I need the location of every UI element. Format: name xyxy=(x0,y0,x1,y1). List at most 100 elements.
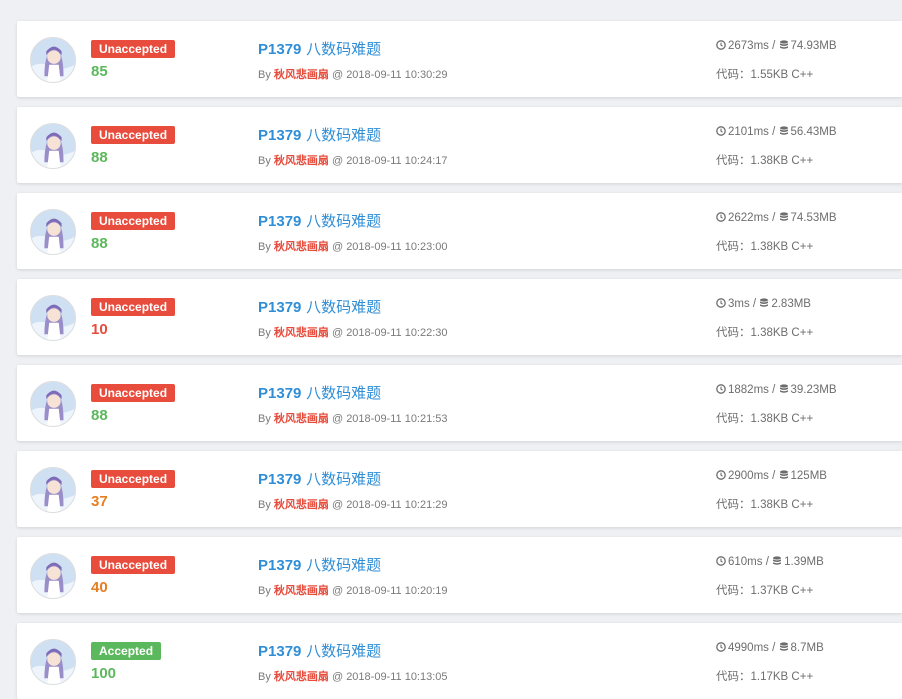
resource-stats: 2622ms / 74.53MB xyxy=(716,212,837,225)
runtime-value: 1882ms xyxy=(728,384,769,396)
problem-link[interactable]: P1379 八数码难题 xyxy=(258,468,381,489)
user-link[interactable]: 秋风悲画扇 xyxy=(274,413,329,425)
code-info: 代码：1.17KB C++ xyxy=(716,668,813,684)
code-info: 代码：1.38KB C++ xyxy=(716,496,813,512)
problem-link[interactable]: P1379 八数码难题 xyxy=(258,210,381,231)
score-value: 88 xyxy=(91,407,108,424)
user-link[interactable]: 秋风悲画扇 xyxy=(274,327,329,339)
resource-stats: 4990ms / 8.7MB xyxy=(716,642,824,655)
score-value: 85 xyxy=(91,63,108,80)
at-label: @ xyxy=(328,499,347,511)
separator: / xyxy=(768,384,779,396)
memory-value: 56.43MB xyxy=(790,126,837,138)
status-badge[interactable]: Unaccepted xyxy=(91,126,176,144)
code-label: 代码： xyxy=(716,241,751,253)
score-value: 100 xyxy=(91,665,117,682)
submission-byline: By 秋风悲画扇 @ 2018-09-11 10:24:17 xyxy=(258,152,448,168)
user-avatar[interactable] xyxy=(30,123,76,169)
code-size-lang: 1.38KB C++ xyxy=(750,413,814,425)
submission-byline: By 秋风悲画扇 @ 2018-09-11 10:21:53 xyxy=(258,410,448,426)
submission-card[interactable]: Unaccepted 88 P1379 八数码难题 By 秋风悲画扇 @ 201… xyxy=(17,365,902,441)
resource-stats: 1882ms / 39.23MB xyxy=(716,384,837,397)
submit-time: 2018-09-11 10:30:29 xyxy=(346,69,448,81)
user-avatar[interactable] xyxy=(30,639,76,685)
user-avatar[interactable] xyxy=(30,381,76,427)
status-badge[interactable]: Unaccepted xyxy=(91,40,176,58)
problem-link[interactable]: P1379 八数码难题 xyxy=(258,124,381,145)
memory-value: 74.93MB xyxy=(790,40,837,52)
status-badge[interactable]: Unaccepted xyxy=(91,556,176,574)
memory-value: 8.7MB xyxy=(790,642,824,654)
avatar-image xyxy=(31,468,75,512)
user-link[interactable]: 秋风悲画扇 xyxy=(274,499,329,511)
submission-card[interactable]: Unaccepted 85 P1379 八数码难题 By 秋风悲画扇 @ 201… xyxy=(17,21,902,97)
memory-value: 74.53MB xyxy=(790,212,837,224)
separator: / xyxy=(768,126,779,138)
memory-value: 2.83MB xyxy=(771,298,811,310)
runtime-value: 3ms xyxy=(728,298,750,310)
status-badge[interactable]: Unaccepted xyxy=(91,470,176,488)
submission-card[interactable]: Unaccepted 10 P1379 八数码难题 By 秋风悲画扇 @ 201… xyxy=(17,279,902,355)
problem-name: 八数码难题 xyxy=(306,384,382,402)
user-avatar[interactable] xyxy=(30,37,76,83)
problem-link[interactable]: P1379 八数码难题 xyxy=(258,38,381,59)
status-badge[interactable]: Unaccepted xyxy=(91,298,176,316)
submission-card[interactable]: Unaccepted 88 P1379 八数码难题 By 秋风悲画扇 @ 201… xyxy=(17,107,902,183)
avatar-image xyxy=(31,38,75,82)
submission-card[interactable]: Unaccepted 40 P1379 八数码难题 By 秋风悲画扇 @ 201… xyxy=(17,537,902,613)
code-size-lang: 1.38KB C++ xyxy=(750,241,814,253)
code-label: 代码： xyxy=(716,585,751,597)
status-badge[interactable]: Accepted xyxy=(91,642,162,660)
at-label: @ xyxy=(328,585,347,597)
problem-link[interactable]: P1379 八数码难题 xyxy=(258,640,381,661)
by-label: By xyxy=(258,499,274,511)
runtime-value: 4990ms xyxy=(728,642,769,654)
user-avatar[interactable] xyxy=(30,467,76,513)
memory-value: 1.39MB xyxy=(784,556,824,568)
runtime-value: 2673ms xyxy=(728,40,769,52)
submit-time: 2018-09-11 10:22:30 xyxy=(346,327,448,339)
problem-link[interactable]: P1379 八数码难题 xyxy=(258,296,381,317)
by-label: By xyxy=(258,585,274,597)
at-label: @ xyxy=(328,69,347,81)
status-badge[interactable]: Unaccepted xyxy=(91,384,176,402)
separator: / xyxy=(762,556,773,568)
submit-time: 2018-09-11 10:24:17 xyxy=(346,155,448,167)
user-link[interactable]: 秋风悲画扇 xyxy=(274,585,329,597)
user-link[interactable]: 秋风悲画扇 xyxy=(274,155,329,167)
submit-time: 2018-09-11 10:21:29 xyxy=(346,499,448,511)
at-label: @ xyxy=(328,413,347,425)
database-icon xyxy=(779,384,789,397)
problem-id: P1379 xyxy=(258,643,302,660)
user-avatar[interactable] xyxy=(30,295,76,341)
problem-name: 八数码难题 xyxy=(306,40,382,58)
user-link[interactable]: 秋风悲画扇 xyxy=(274,241,329,253)
by-label: By xyxy=(258,241,274,253)
avatar-image xyxy=(31,124,75,168)
user-link[interactable]: 秋风悲画扇 xyxy=(274,671,329,683)
runtime-value: 2622ms xyxy=(728,212,769,224)
submission-byline: By 秋风悲画扇 @ 2018-09-11 10:23:00 xyxy=(258,238,448,254)
status-badge[interactable]: Unaccepted xyxy=(91,212,176,230)
problem-id: P1379 xyxy=(258,471,302,488)
code-info: 代码：1.55KB C++ xyxy=(716,66,813,82)
user-avatar[interactable] xyxy=(30,553,76,599)
problem-link[interactable]: P1379 八数码难题 xyxy=(258,382,381,403)
code-size-lang: 1.38KB C++ xyxy=(750,499,814,511)
separator: / xyxy=(749,298,760,310)
submission-card[interactable]: Unaccepted 37 P1379 八数码难题 By 秋风悲画扇 @ 201… xyxy=(17,451,902,527)
submission-card[interactable]: Unaccepted 88 P1379 八数码难题 By 秋风悲画扇 @ 201… xyxy=(17,193,902,269)
code-info: 代码：1.37KB C++ xyxy=(716,582,813,598)
submit-time: 2018-09-11 10:20:19 xyxy=(346,585,448,597)
problem-link[interactable]: P1379 八数码难题 xyxy=(258,554,381,575)
user-link[interactable]: 秋风悲画扇 xyxy=(274,69,329,81)
resource-stats: 2900ms / 125MB xyxy=(716,470,827,483)
submission-card[interactable]: Accepted 100 P1379 八数码难题 By 秋风悲画扇 @ 2018… xyxy=(17,623,902,699)
database-icon xyxy=(779,470,789,483)
user-avatar[interactable] xyxy=(30,209,76,255)
clock-icon xyxy=(716,212,726,225)
at-label: @ xyxy=(328,327,347,339)
by-label: By xyxy=(258,155,274,167)
avatar-image xyxy=(31,296,75,340)
problem-id: P1379 xyxy=(258,557,302,574)
